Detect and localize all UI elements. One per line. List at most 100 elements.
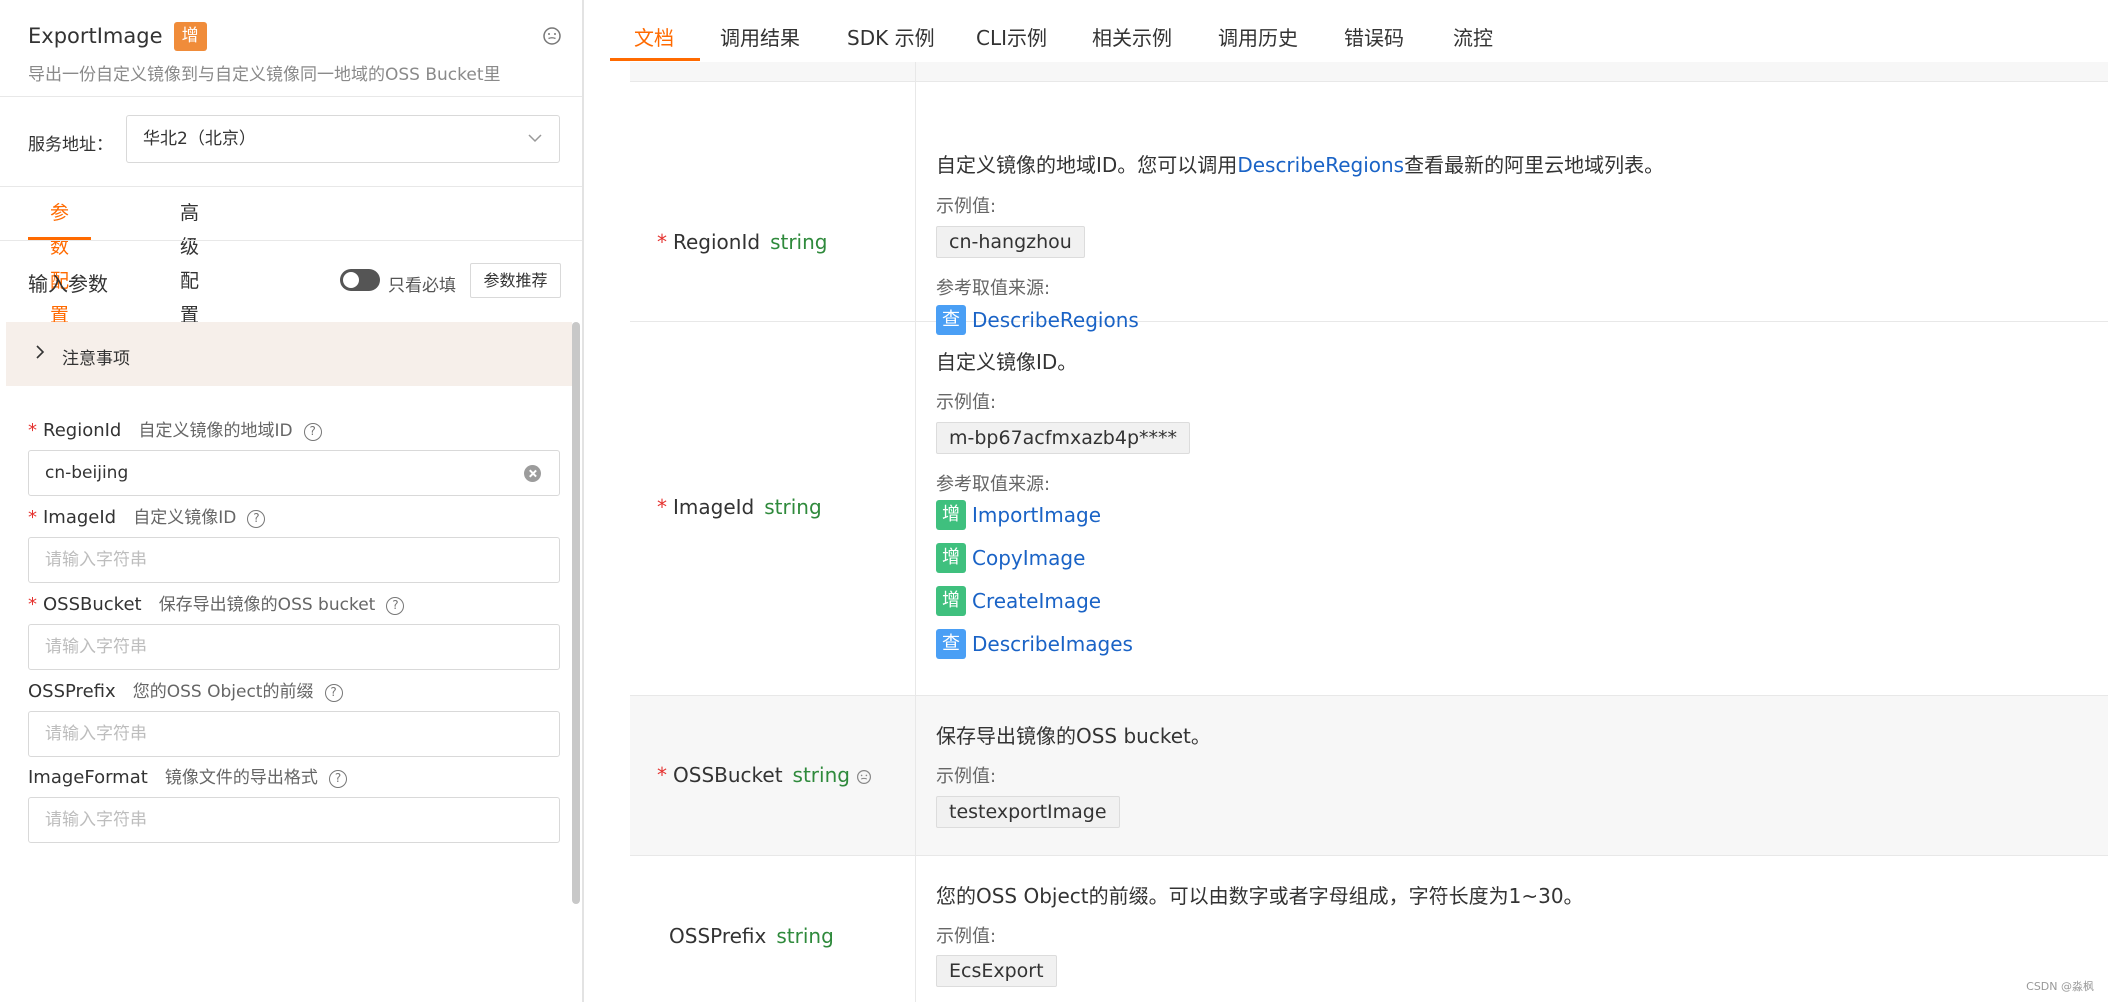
table-row: OSSPrefix string 您的OSS Object的前缀。可以由数字或者字…	[630, 856, 2108, 1002]
api-description: 导出一份自定义镜像到与自定义镜像同一地域的OSS Bucket里	[28, 65, 501, 85]
ref-link[interactable]: ImportImage	[972, 503, 1101, 527]
divider	[0, 96, 582, 97]
param-description: 您的OSS Object的前缀。可以由数字或者字母组成，字符长度为1~30。	[936, 884, 1584, 908]
form-scrollbar[interactable]	[572, 322, 580, 904]
feedback-smile-icon[interactable]	[856, 769, 872, 785]
param-type: string	[776, 924, 834, 948]
divider	[0, 186, 582, 187]
ref-source-label: 参考取值来源:	[936, 278, 1051, 299]
example-value: m-bp67acfmxazb4p****	[936, 422, 1191, 454]
field-label: * OSSBucket	[28, 594, 142, 615]
tab-doc[interactable]: 文档	[634, 22, 674, 51]
watermark: CSDN @淼枫	[2026, 980, 2094, 993]
example-label: 示例值:	[936, 766, 997, 787]
image-id-input[interactable]: 请输入字符串	[28, 537, 560, 583]
field-image-format: ImageFormat 镜像文件的导出格式 ? 请输入字符串	[28, 763, 560, 843]
tab-error-codes[interactable]: 错误码	[1344, 22, 1404, 51]
param-name: * OSSBucket string	[657, 763, 872, 787]
image-format-input[interactable]: 请输入字符串	[28, 797, 560, 843]
chevron-down-icon	[528, 134, 542, 143]
oss-prefix-input[interactable]: 请输入字符串	[28, 711, 560, 757]
ref-item[interactable]: 增 CopyImage	[936, 543, 1085, 575]
field-hint: 保存导出镜像的OSS bucket	[158, 595, 376, 615]
add-tag: 增	[936, 500, 966, 530]
api-name: ExportImage	[28, 24, 163, 48]
field-image-id: * ImageId 自定义镜像ID ? 请输入字符串	[28, 503, 560, 583]
field-hint: 镜像文件的导出格式	[164, 768, 318, 788]
divider	[0, 240, 582, 241]
ref-item[interactable]: 增 CreateImage	[936, 586, 1101, 618]
region-id-input[interactable]: cn-beijing	[28, 450, 560, 496]
field-oss-prefix: OSSPrefix 您的OSS Object的前缀 ? 请输入字符串	[28, 677, 560, 757]
feedback-smile-icon[interactable]	[542, 26, 562, 46]
api-debug-panel: ExportImage 增 导出一份自定义镜像到与自定义镜像同一地域的OSS B…	[0, 0, 584, 1002]
example-value: testexportImage	[936, 796, 1120, 828]
clear-icon[interactable]	[524, 465, 541, 482]
tab-related-example[interactable]: 相关示例	[1092, 22, 1172, 51]
required-only-label: 只看必填	[388, 276, 456, 296]
notice-collapse[interactable]: 注意事项	[6, 322, 572, 386]
input-params-title: 输入参数	[28, 272, 108, 296]
ref-item[interactable]: 增 ImportImage	[936, 500, 1101, 532]
query-tag: 查	[936, 629, 966, 659]
tab-param-config[interactable]: 参数配置	[28, 196, 92, 326]
help-icon[interactable]: ?	[303, 422, 322, 441]
doc-panel: * RegionId string 自定义镜像的地域ID。您可以调用Describe…	[610, 0, 2108, 1002]
field-hint: 自定义镜像的地域ID	[138, 421, 293, 441]
example-label: 示例值:	[936, 926, 997, 947]
table-row: * ImageId string 自定义镜像ID。 示例值: m-bp67acfmx…	[630, 322, 2108, 696]
param-description: 保存导出镜像的OSS bucket。	[936, 724, 1211, 748]
api-header: ExportImage 增	[28, 20, 562, 60]
notice-label: 注意事项	[62, 349, 130, 369]
tab-advanced-config[interactable]: 高级配置	[158, 196, 221, 326]
param-name: * RegionId string	[657, 230, 828, 254]
example-label: 示例值:	[936, 196, 997, 217]
field-label: * RegionId	[28, 420, 122, 441]
param-recommend-button[interactable]: 参数推荐	[470, 263, 561, 298]
help-icon[interactable]: ?	[324, 683, 343, 702]
service-address-select[interactable]: 华北2（北京）	[126, 115, 560, 163]
param-name: OSSPrefix string	[669, 924, 834, 948]
active-tab-indicator	[610, 58, 700, 61]
param-name: * ImageId string	[657, 495, 822, 519]
ref-source-label: 参考取值来源:	[936, 474, 1051, 495]
table-row: * OSSBucket string 保存导出镜像的OSS bucket。 示例值:…	[630, 696, 2108, 856]
params-form: 注意事项 * RegionId 自定义镜像的地域ID ? cn-beijing *…	[6, 322, 572, 1002]
required-only-toggle[interactable]	[340, 269, 380, 291]
param-description: 自定义镜像的地域ID。您可以调用DescribeRegions查看最新的阿里云地…	[936, 153, 1665, 177]
ref-item[interactable]: 查 DescribeImages	[936, 629, 1133, 661]
ref-link[interactable]: CreateImage	[972, 589, 1101, 613]
param-type: string	[792, 763, 850, 787]
tab-flow-control[interactable]: 流控	[1453, 22, 1493, 51]
example-label: 示例值:	[936, 392, 997, 413]
field-oss-bucket: * OSSBucket 保存导出镜像的OSS bucket ? 请输入字符串	[28, 590, 560, 670]
tab-call-result[interactable]: 调用结果	[720, 22, 800, 51]
tab-cli-example[interactable]: CLI示例	[976, 22, 1047, 51]
tab-sdk-example[interactable]: SDK 示例	[847, 22, 935, 51]
describe-regions-link[interactable]: DescribeRegions	[1237, 153, 1404, 177]
help-icon[interactable]: ?	[247, 509, 266, 528]
chevron-right-icon	[36, 345, 45, 359]
param-type: string	[770, 230, 828, 254]
field-hint: 您的OSS Object的前缀	[132, 682, 314, 702]
ref-link[interactable]: CopyImage	[972, 546, 1085, 570]
param-type: string	[764, 495, 822, 519]
help-icon[interactable]: ?	[386, 596, 405, 615]
service-address-value: 华北2（北京）	[143, 129, 256, 149]
field-hint: 自定义镜像ID	[133, 508, 237, 528]
table-row: * RegionId string 自定义镜像的地域ID。您可以调用Describe…	[630, 82, 2108, 335]
help-icon[interactable]: ?	[329, 769, 347, 788]
doc-tabs: 文档 调用结果 SDK 示例 CLI示例 相关示例 调用历史 错误码 流控	[610, 0, 2108, 62]
field-region-id: * RegionId 自定义镜像的地域ID ? cn-beijing	[28, 416, 560, 496]
field-label: ImageFormat	[28, 767, 148, 788]
add-tag: 增	[936, 586, 966, 616]
service-address-label: 服务地址：	[28, 135, 113, 155]
tab-call-history[interactable]: 调用历史	[1218, 22, 1298, 51]
add-tag: 增	[936, 543, 966, 573]
param-description: 自定义镜像ID。	[936, 350, 1078, 374]
oss-bucket-input[interactable]: 请输入字符串	[28, 624, 560, 670]
api-type-badge: 增	[173, 21, 207, 51]
field-label: OSSPrefix	[28, 681, 116, 702]
field-label: * ImageId	[28, 507, 117, 528]
ref-link[interactable]: DescribeImages	[972, 632, 1133, 656]
